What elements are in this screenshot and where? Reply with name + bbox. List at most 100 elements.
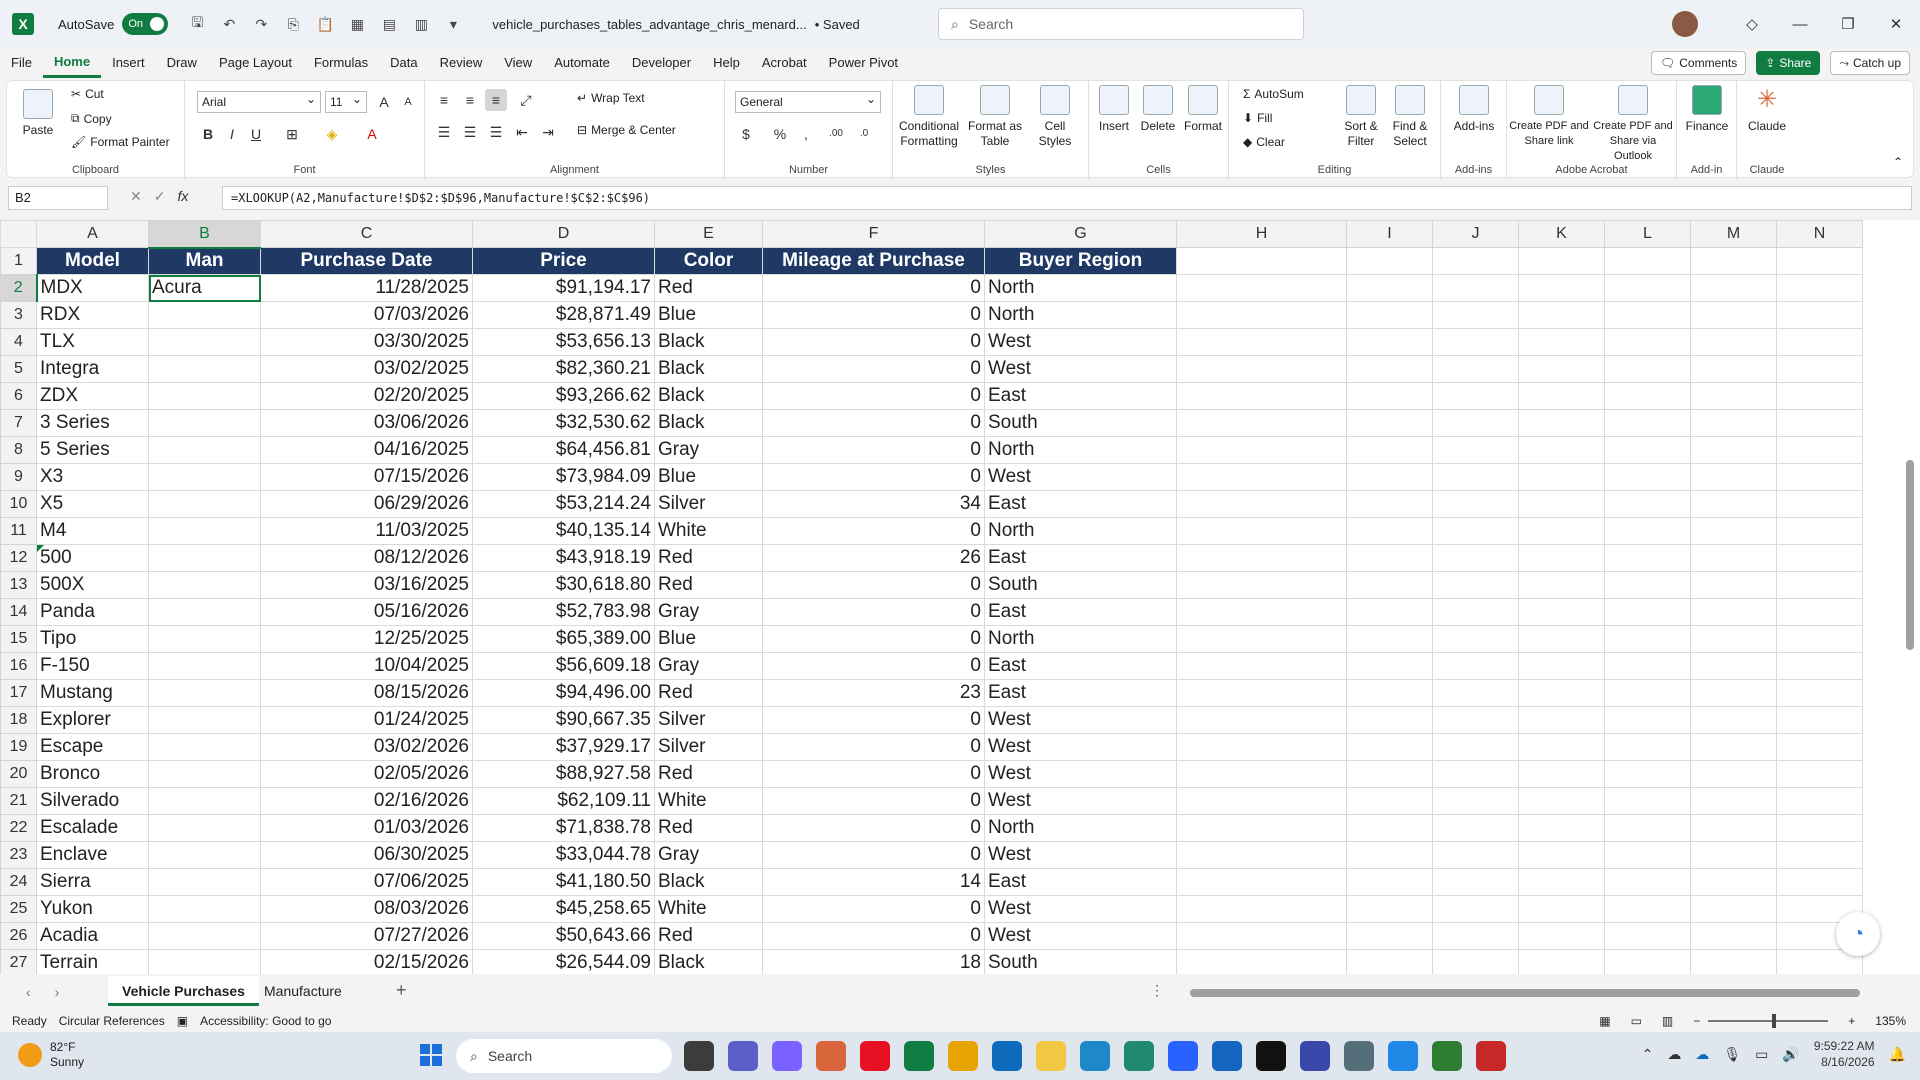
data-cell[interactable]: South xyxy=(984,409,1177,437)
microphone-icon[interactable]: 🎙 xyxy=(1723,1046,1741,1063)
cut-icon[interactable]: ⎘ xyxy=(284,16,302,33)
empty-cell[interactable] xyxy=(1776,247,1863,275)
empty-cell[interactable] xyxy=(1176,787,1347,815)
empty-cell[interactable] xyxy=(1346,787,1433,815)
column-header-b[interactable]: B xyxy=(148,220,261,249)
column-header-g[interactable]: G xyxy=(984,220,1177,248)
empty-cell[interactable] xyxy=(1604,436,1691,464)
row-header[interactable]: 26 xyxy=(0,922,37,950)
weather-widget[interactable]: 82°F Sunny xyxy=(18,1040,84,1070)
empty-cell[interactable] xyxy=(1776,382,1863,410)
data-cell[interactable]: 01/03/2026 xyxy=(260,814,473,842)
column-header-j[interactable]: J xyxy=(1432,220,1519,248)
data-cell[interactable]: $56,609.18 xyxy=(472,652,655,680)
empty-cell[interactable] xyxy=(1690,841,1777,869)
data-cell[interactable]: MDX xyxy=(36,274,149,302)
tab-acrobat[interactable]: Acrobat xyxy=(751,48,818,78)
row-header[interactable]: 13 xyxy=(0,571,37,599)
data-cell[interactable]: 23 xyxy=(762,679,985,707)
row-header[interactable]: 27 xyxy=(0,949,37,974)
empty-cell[interactable] xyxy=(1604,301,1691,329)
clock[interactable]: 9:59:22 AM 8/16/2026 xyxy=(1814,1038,1875,1070)
empty-cell[interactable] xyxy=(1776,652,1863,680)
notion-icon[interactable] xyxy=(1256,1041,1286,1071)
data-cell[interactable]: 02/15/2026 xyxy=(260,949,473,974)
data-cell[interactable]: Explorer xyxy=(36,706,149,734)
data-cell[interactable]: Integra xyxy=(36,355,149,383)
empty-cell[interactable] xyxy=(1690,301,1777,329)
data-cell[interactable]: Sierra xyxy=(36,868,149,896)
empty-cell[interactable] xyxy=(1518,949,1605,974)
row-header[interactable]: 14 xyxy=(0,598,37,626)
empty-cell[interactable] xyxy=(1176,868,1347,896)
empty-cell[interactable] xyxy=(1518,274,1605,302)
display-icon[interactable]: ▭ xyxy=(1755,1046,1768,1063)
empty-cell[interactable] xyxy=(1346,436,1433,464)
data-cell[interactable]: 0 xyxy=(762,274,985,302)
table-header-cell[interactable]: Purchase Date xyxy=(260,247,473,275)
data-cell[interactable]: $73,984.09 xyxy=(472,463,655,491)
empty-cell[interactable] xyxy=(1346,571,1433,599)
manufacturer-cell[interactable] xyxy=(148,841,261,869)
restore-icon[interactable]: ❐ xyxy=(1824,15,1872,33)
data-cell[interactable]: East xyxy=(984,598,1177,626)
data-cell[interactable]: East xyxy=(984,652,1177,680)
manufacturer-cell[interactable] xyxy=(148,463,261,491)
enter-icon[interactable]: ✓ xyxy=(154,188,166,205)
edge-icon[interactable] xyxy=(1124,1041,1154,1071)
data-cell[interactable]: $45,258.65 xyxy=(472,895,655,923)
customize-qat-icon[interactable]: ▾ xyxy=(444,16,462,33)
empty-cell[interactable] xyxy=(1346,328,1433,356)
empty-cell[interactable] xyxy=(1518,760,1605,788)
data-cell[interactable]: 0 xyxy=(762,301,985,329)
empty-cell[interactable] xyxy=(1432,679,1519,707)
table-header-cell[interactable]: Model xyxy=(36,247,149,275)
data-cell[interactable]: 0 xyxy=(762,463,985,491)
empty-cell[interactable] xyxy=(1432,841,1519,869)
empty-cell[interactable] xyxy=(1518,868,1605,896)
vertical-scrollbar[interactable] xyxy=(1906,460,1914,650)
name-box[interactable]: B2 xyxy=(8,186,108,210)
data-cell[interactable]: West xyxy=(984,922,1177,950)
increase-indent-icon[interactable]: ⇥ xyxy=(537,121,559,143)
data-cell[interactable]: West xyxy=(984,733,1177,761)
camtasia-green-icon[interactable] xyxy=(1432,1041,1462,1071)
data-cell[interactable]: Gray xyxy=(654,841,763,869)
data-cell[interactable]: Silver xyxy=(654,490,763,518)
manufacturer-cell[interactable] xyxy=(148,598,261,626)
data-cell[interactable]: 11/28/2025 xyxy=(260,274,473,302)
empty-cell[interactable] xyxy=(1432,571,1519,599)
tab-power-pivot[interactable]: Power Pivot xyxy=(818,48,909,78)
empty-cell[interactable] xyxy=(1604,841,1691,869)
empty-cell[interactable] xyxy=(1346,679,1433,707)
column-header-e[interactable]: E xyxy=(654,220,763,248)
empty-cell[interactable] xyxy=(1776,571,1863,599)
empty-cell[interactable] xyxy=(1690,463,1777,491)
data-cell[interactable]: 07/27/2026 xyxy=(260,922,473,950)
row-header[interactable]: 24 xyxy=(0,868,37,896)
data-cell[interactable]: 10/04/2025 xyxy=(260,652,473,680)
tab-data[interactable]: Data xyxy=(379,48,428,78)
empty-cell[interactable] xyxy=(1690,409,1777,437)
data-cell[interactable]: 500 xyxy=(36,544,149,572)
empty-cell[interactable] xyxy=(1604,598,1691,626)
share-button[interactable]: ⇪ Share xyxy=(1756,51,1821,75)
row-header[interactable]: 10 xyxy=(0,490,37,518)
comma-icon[interactable]: , xyxy=(795,123,817,145)
empty-cell[interactable] xyxy=(1346,733,1433,761)
comments-button[interactable]: 🗨 Comments xyxy=(1651,51,1747,75)
empty-cell[interactable] xyxy=(1518,841,1605,869)
empty-cell[interactable] xyxy=(1604,922,1691,950)
data-cell[interactable]: 11/03/2025 xyxy=(260,517,473,545)
empty-cell[interactable] xyxy=(1690,922,1777,950)
data-cell[interactable]: $82,360.21 xyxy=(472,355,655,383)
manufacturer-cell[interactable] xyxy=(148,328,261,356)
diamond-icon[interactable]: ◇ xyxy=(1728,15,1776,33)
manufacturer-cell[interactable] xyxy=(148,517,261,545)
camtasia-red-icon[interactable] xyxy=(1476,1041,1506,1071)
empty-cell[interactable] xyxy=(1176,814,1347,842)
table-header-cell[interactable]: Man xyxy=(148,247,261,275)
empty-cell[interactable] xyxy=(1690,490,1777,518)
empty-cell[interactable] xyxy=(1176,355,1347,383)
column-header-i[interactable]: I xyxy=(1346,220,1433,248)
